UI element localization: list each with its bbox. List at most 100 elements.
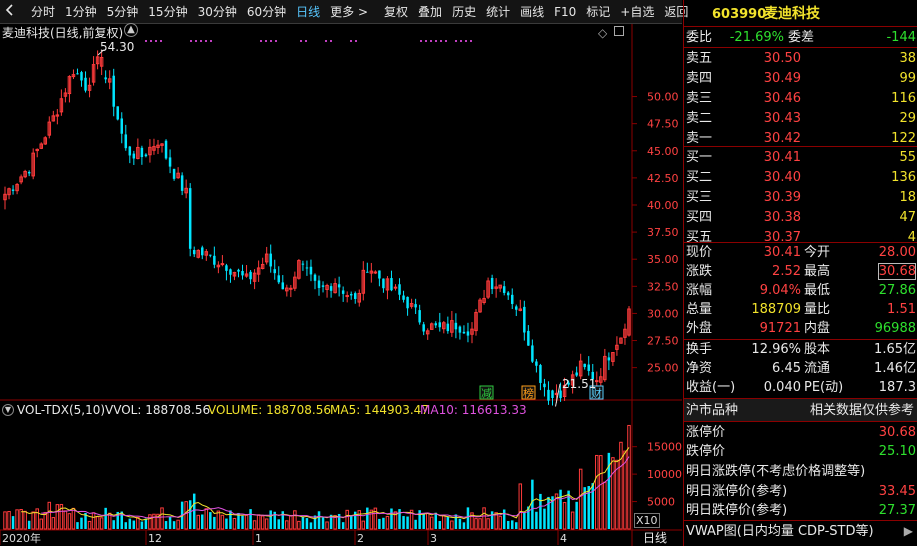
ma5-value: MA5: 144903.47 — [330, 403, 429, 417]
mark-button[interactable]: 标记 — [581, 0, 615, 24]
x-axis-label: 2 — [357, 532, 364, 545]
volume-bar-up — [39, 518, 43, 530]
order-sell-3: 卖三 30.46 116 — [684, 89, 917, 108]
tomorrow-down-value: 27.37 — [878, 503, 916, 518]
kline-chart[interactable]: 50.00 47.50 45.00 42.50 40.00 37.50 35.00 32.50… — [0, 23, 682, 546]
order-buy-4: 买四 30.38 47 — [684, 208, 917, 227]
stat-label: 现价 — [686, 245, 713, 260]
stat-row: 总量 188709 量比 1.51 — [684, 300, 917, 319]
event-dot — [430, 40, 432, 42]
candle-body-down — [366, 271, 369, 273]
sell-level-label: 卖四 — [686, 71, 713, 86]
buy-volume: 18 — [899, 190, 916, 205]
volume-bar-up — [474, 518, 478, 530]
volume-bar-down — [209, 512, 212, 529]
candle-body-down — [527, 330, 530, 346]
y-tick-label: 50.00 — [647, 91, 679, 104]
candle-body-down — [329, 286, 333, 291]
volume-bar-down — [510, 520, 514, 529]
scroll-right-icon[interactable]: ▶ — [904, 524, 913, 538]
period-tab-daily[interactable]: 日线 — [291, 0, 325, 24]
stat2-row: 换手 12.96% 股本 1.65亿 — [684, 340, 917, 359]
history-button[interactable]: 历史 — [447, 0, 481, 24]
buy-price: 30.39 — [763, 190, 801, 205]
more-periods-button[interactable]: 更多 > — [325, 0, 373, 24]
volume-bar-down — [382, 517, 385, 529]
candle-body-down — [80, 72, 83, 81]
add-watchlist-button[interactable]: +自选 — [615, 0, 659, 24]
sell-volume: 38 — [899, 51, 916, 66]
period-tab-30min[interactable]: 30分钟 — [193, 0, 242, 24]
candle-body-down — [112, 75, 115, 107]
candle-body-down — [607, 357, 611, 361]
event-dot — [455, 40, 457, 42]
candle-body-down — [454, 322, 458, 330]
candle-body-down — [535, 361, 538, 366]
ma10-value: MA10: 116613.33 — [420, 403, 527, 417]
sell-level-label: 卖二 — [686, 111, 713, 126]
candle-body-down — [458, 326, 462, 333]
stat-label: 净资 — [686, 361, 713, 376]
period-tab-fenshi[interactable]: 分时 — [26, 0, 60, 24]
stat-label: 量比 — [804, 302, 831, 317]
restore-rights-button[interactable]: 复权 — [379, 0, 413, 24]
draw-line-button[interactable]: 画线 — [515, 0, 549, 24]
limit-up-row: 涨停价 30.68 — [684, 423, 917, 442]
stat-label: 内盘 — [804, 321, 831, 336]
candle-body-down — [229, 269, 232, 275]
event-dot — [470, 40, 472, 42]
volume-bar-up — [260, 515, 265, 530]
order-buy-2: 买二 30.40 136 — [684, 168, 917, 187]
stat2-row: 收益(一) 0.040 PE(动) 187.3 — [684, 378, 917, 397]
candle-body-down — [144, 154, 148, 157]
period-tab-60min[interactable]: 60分钟 — [242, 0, 291, 24]
candle-body-down — [547, 389, 550, 401]
period-tab-15min[interactable]: 15分钟 — [143, 0, 192, 24]
y-tick-label: 42.50 — [647, 172, 679, 185]
settings-diamond-icon[interactable]: ◇ — [598, 26, 607, 40]
event-dot — [260, 40, 262, 42]
volume-bar-up — [252, 520, 257, 530]
order-sell-5: 卖五 30.50 38 — [684, 49, 917, 68]
volume-bar-down — [559, 489, 562, 529]
panel-toggle-icon[interactable] — [614, 26, 624, 36]
limit-down-row: 跌停价 25.10 — [684, 442, 917, 461]
y-tick-label: 37.50 — [647, 226, 679, 239]
candle-body-up — [373, 271, 378, 274]
market-row: 沪市品种 相关数据仅供参考 — [684, 401, 917, 420]
back-arrow-icon[interactable] — [0, 0, 20, 24]
volume-bar-down — [128, 518, 132, 529]
vol-y-tick-label: 10000 — [647, 468, 682, 481]
candle-body-down — [192, 250, 196, 255]
stat-label: 最低 — [804, 283, 831, 298]
divider — [684, 520, 917, 521]
f10-button[interactable]: F10 — [549, 0, 581, 24]
event-dot — [160, 40, 162, 42]
volume-bar-down — [366, 507, 369, 529]
period-tab-1min[interactable]: 1分钟 — [60, 0, 102, 24]
volume-bar-down — [378, 518, 381, 529]
volume-bar-up — [518, 483, 523, 530]
buy-level-label: 买三 — [686, 190, 713, 205]
volume-bar-up — [67, 513, 72, 530]
volume-indicator-name[interactable]: VOL-TDX(5,10) — [17, 403, 105, 417]
statistics-button[interactable]: 统计 — [481, 0, 515, 24]
collapse-icon[interactable]: ▲ — [124, 23, 138, 37]
volume-bar-up — [425, 512, 430, 530]
stat-value: 1.51 — [887, 302, 916, 317]
volume-bar-up — [293, 510, 297, 530]
volume-bar-down — [144, 518, 148, 529]
volume-bar-down — [213, 516, 216, 529]
candle-body-down — [466, 331, 470, 336]
overlay-button[interactable]: 叠加 — [413, 0, 447, 24]
volume-bar-up — [152, 513, 156, 530]
volume-collapse-icon[interactable]: ▼ — [2, 404, 14, 416]
stat-label: 股本 — [804, 342, 831, 357]
event-dot — [265, 40, 267, 42]
period-tab-5min[interactable]: 5分钟 — [102, 0, 144, 24]
stat-value: 96988 — [874, 321, 916, 336]
volume-bar-down — [305, 518, 309, 529]
volume-bar-up — [595, 454, 599, 530]
volume-bar-up — [578, 468, 583, 530]
candle-body-down — [539, 365, 542, 383]
